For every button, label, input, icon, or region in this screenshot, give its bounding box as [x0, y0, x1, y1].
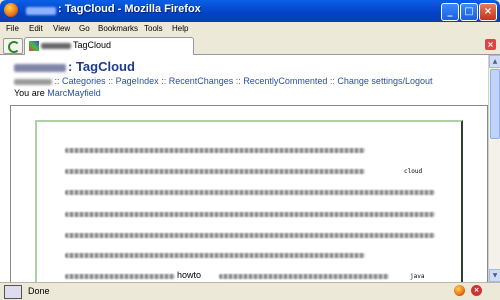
redacted-title-text — [26, 7, 56, 15]
tab-label: TagCloud — [73, 40, 112, 50]
close-tab-button[interactable]: × — [485, 39, 496, 50]
stop-icon[interactable]: × — [471, 285, 482, 296]
nav-sep: :: — [108, 76, 114, 86]
username-link[interactable]: MarcMayfield — [47, 88, 101, 98]
tag-row[interactable] — [65, 190, 435, 195]
nav-link-categories[interactable]: Categories — [62, 76, 106, 86]
content-frame: cloud howto java jsp — [10, 105, 488, 282]
close-button[interactable]: × — [479, 3, 497, 21]
new-tab-button[interactable] — [3, 38, 23, 54]
redacted-nav-link[interactable] — [14, 78, 52, 85]
favicon-icon — [29, 41, 39, 51]
status-text: Done — [28, 286, 50, 296]
firefox-status-icon[interactable] — [454, 285, 465, 296]
scroll-up-button[interactable]: ▲ — [489, 55, 500, 68]
nav-sep: :: — [161, 76, 167, 86]
tag-row[interactable] — [65, 169, 365, 174]
menu-file[interactable]: File — [6, 24, 19, 33]
menu-help[interactable]: Help — [172, 24, 188, 33]
scroll-thumb[interactable] — [490, 69, 500, 139]
menu-view[interactable]: View — [53, 24, 70, 33]
scroll-down-button[interactable]: ▼ — [489, 269, 500, 282]
minimize-button[interactable]: _ — [441, 3, 459, 21]
nav-link-recentchanges[interactable]: RecentChanges — [169, 76, 234, 86]
tag-row[interactable] — [219, 274, 389, 279]
window-title: : TagCloud - Mozilla Firefox — [58, 3, 201, 15]
tab-tagcloud[interactable]: TagCloud — [24, 37, 194, 55]
tag-java[interactable]: java — [410, 273, 424, 280]
nav-link-pageindex[interactable]: PageIndex — [116, 76, 159, 86]
tag-howto[interactable]: howto — [177, 270, 201, 280]
menu-bar: File Edit View Go Bookmarks Tools Help — [0, 22, 500, 37]
menu-tools[interactable]: Tools — [144, 24, 163, 33]
nav-sep: :: — [54, 76, 60, 86]
tag-cloud-word[interactable]: cloud — [404, 168, 422, 175]
redacted-tab-text — [41, 43, 71, 49]
nav-sep: :: — [329, 76, 335, 86]
nav-link-settings-logout[interactable]: Change settings/Logout — [337, 76, 432, 86]
menu-go[interactable]: Go — [79, 24, 90, 33]
status-bar: Done × — [0, 282, 500, 300]
tag-row[interactable] — [65, 212, 435, 217]
menu-bookmarks[interactable]: Bookmarks — [98, 24, 138, 33]
vertical-scrollbar[interactable]: ▲ ▼ — [488, 55, 500, 282]
tag-row[interactable] — [65, 233, 435, 238]
firefox-icon[interactable] — [4, 3, 18, 17]
menu-edit[interactable]: Edit — [29, 24, 43, 33]
redacted-site-name — [14, 63, 66, 72]
nav-link-recentlycommented[interactable]: RecentlyCommented — [243, 76, 327, 86]
nav-links: :: Categories :: PageIndex :: RecentChan… — [14, 76, 432, 86]
tag-cloud: cloud howto java jsp — [35, 120, 463, 282]
tag-row[interactable] — [65, 274, 175, 279]
user-prefix: You are — [14, 88, 45, 98]
user-line: You are MarcMayfield — [14, 88, 101, 98]
page-title-text: : TagCloud — [68, 59, 135, 74]
tab-strip: TagCloud × — [0, 37, 500, 55]
reload-icon — [8, 41, 20, 53]
tag-row[interactable] — [65, 253, 365, 258]
page-status-icon — [4, 285, 22, 299]
title-bar: : TagCloud - Mozilla Firefox _ □ × — [0, 0, 500, 22]
tag-row[interactable] — [65, 148, 365, 153]
page-content: : TagCloud :: Categories :: PageIndex ::… — [0, 55, 488, 282]
page-title: : TagCloud — [14, 59, 135, 74]
nav-sep: :: — [235, 76, 241, 86]
maximize-button[interactable]: □ — [460, 3, 478, 21]
